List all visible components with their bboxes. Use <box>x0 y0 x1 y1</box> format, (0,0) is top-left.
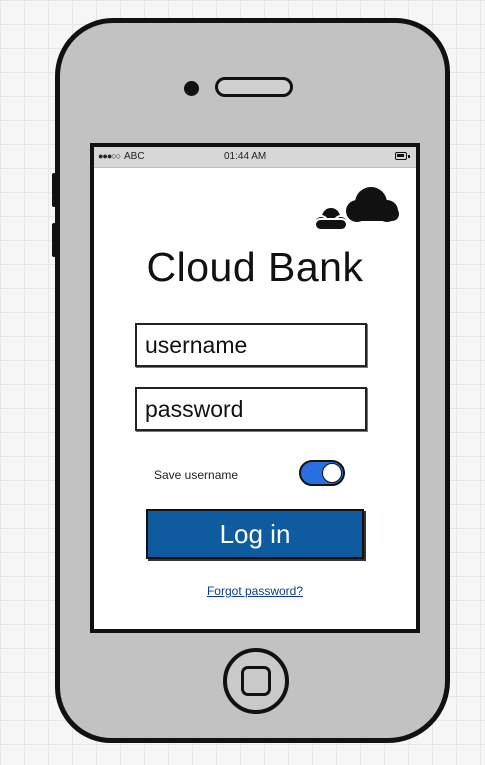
battery-icon <box>395 152 410 160</box>
save-username-toggle[interactable] <box>299 460 345 486</box>
password-input[interactable] <box>135 387 367 431</box>
signal-icon: ●●●○○ <box>98 151 121 161</box>
volume-button <box>52 173 56 207</box>
app-title: Cloud Bank <box>146 244 364 290</box>
cloud-icon <box>313 187 399 231</box>
volume-button <box>52 223 56 257</box>
phone-frame: ●●●○○ ABC 01:44 AM Cloud Bank Save usern… <box>52 18 450 743</box>
home-button[interactable] <box>223 648 289 714</box>
status-bar: ●●●○○ ABC 01:44 AM <box>94 147 416 168</box>
camera-icon <box>184 81 199 96</box>
toggle-knob <box>322 463 342 483</box>
status-time: 01:44 AM <box>224 151 267 162</box>
phone-screen: ●●●○○ ABC 01:44 AM Cloud Bank Save usern… <box>90 143 420 633</box>
save-username-label: Save username <box>154 468 239 482</box>
home-square-icon <box>241 666 271 696</box>
login-button[interactable]: Log in <box>146 509 364 559</box>
carrier-name: ABC <box>124 151 145 162</box>
forgot-password-link[interactable]: Forgot password? <box>94 584 416 598</box>
speaker-grille <box>215 77 293 97</box>
username-input[interactable] <box>135 323 367 367</box>
